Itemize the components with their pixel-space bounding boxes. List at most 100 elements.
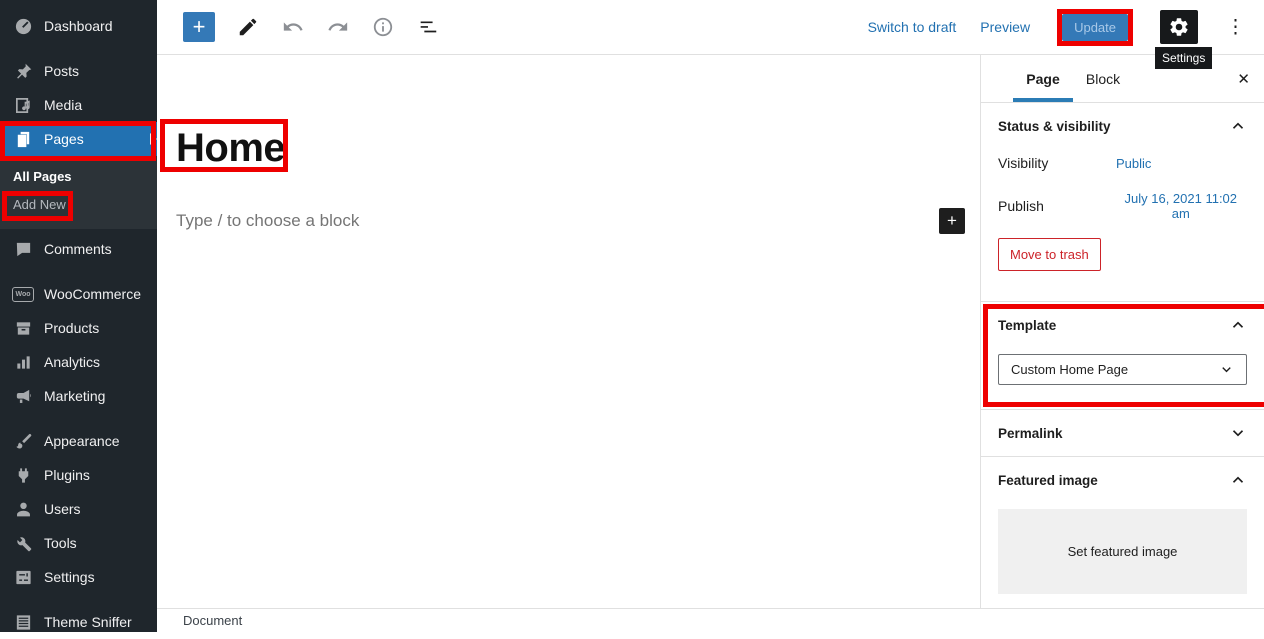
sidebar-item-label: Comments [44,241,112,257]
visibility-row: Visibility Public [998,155,1247,171]
section-title: Status & visibility [998,118,1111,134]
sidebar-item-label: Pages [44,131,84,147]
permalink-header[interactable]: Permalink [998,424,1247,442]
document-breadcrumb-bar: Document [157,608,1264,632]
publish-row: Publish July 16, 2021 11:02 am [998,191,1247,221]
sliders-icon [13,567,33,587]
settings-toggle-button[interactable] [1160,10,1198,44]
redo-button[interactable] [326,15,350,39]
post-title-input[interactable]: Home [166,124,965,172]
status-visibility-header[interactable]: Status & visibility [998,117,1247,135]
chevron-down-icon [1222,367,1231,373]
featured-image-header[interactable]: Featured image [998,471,1247,489]
breadcrumb-document[interactable]: Document [183,613,242,628]
switch-to-draft-button[interactable]: Switch to draft [868,19,957,35]
sidebar-item-label: Appearance [44,433,120,449]
admin-sidebar: Dashboard Posts Media Pages All Pages Ad… [0,0,157,632]
sidebar-item-pages[interactable]: Pages [0,122,157,156]
settings-tabs: Page Block ✕ [981,55,1264,103]
woocommerce-icon: Woo [12,284,34,304]
submenu-item-all-pages[interactable]: All Pages [0,162,157,190]
tab-page[interactable]: Page [1013,55,1073,102]
block-placeholder-text[interactable]: Type / to choose a block [166,211,359,231]
close-settings-button[interactable]: ✕ [1237,55,1250,102]
undo-button[interactable] [281,15,305,39]
sidebar-item-label: Theme Sniffer [44,614,132,630]
preview-button[interactable]: Preview [980,19,1030,35]
pencil-icon [239,18,257,36]
sidebar-item-dashboard[interactable]: Dashboard [0,9,157,43]
chevron-down-icon [1232,430,1244,437]
products-box-icon [13,318,33,338]
sidebar-item-media[interactable]: Media [0,88,157,122]
editor-body: Home Type / to choose a block + Page Blo… [157,55,1264,608]
list-view-icon [420,21,437,33]
wordpress-editor-screen: Dashboard Posts Media Pages All Pages Ad… [0,0,1264,632]
template-selected-value: Custom Home Page [1011,362,1129,378]
template-header[interactable]: Template [998,316,1247,334]
info-icon [373,17,393,37]
more-vertical-icon: ⋮ [1226,16,1245,38]
template-select[interactable]: Custom Home Page [998,354,1247,386]
sidebar-item-label: Plugins [44,467,90,483]
move-to-trash-button[interactable]: Move to trash [998,238,1101,271]
settings-button-wrap: Settings [1155,10,1213,69]
sidebar-item-label: Products [44,320,100,336]
sidebar-item-theme-sniffer[interactable]: Theme Sniffer [0,605,157,639]
options-menu-button[interactable]: ⋮ [1222,16,1249,39]
editor-canvas[interactable]: Home Type / to choose a block + [157,55,980,608]
editor-toolbar: + Switch to draft Preview Update Setting… [157,0,1264,69]
toolbar-right-group: Switch to draft Preview Update Settings … [868,8,1249,69]
sidebar-item-woocommerce[interactable]: Woo WooCommerce [0,277,157,311]
section-title: Template [998,317,1057,333]
sidebar-item-posts[interactable]: Posts [0,54,157,88]
media-icon [13,95,33,115]
gear-icon [1170,18,1188,36]
brush-icon [13,431,33,451]
person-icon [13,499,33,519]
sidebar-item-label: Marketing [44,388,106,404]
sidebar-item-plugins[interactable]: Plugins [0,458,157,492]
visibility-value-button[interactable]: Public [1116,156,1151,171]
pin-icon [13,61,33,81]
sidebar-item-products[interactable]: Products [0,311,157,345]
publish-date-button[interactable]: July 16, 2021 11:02 am [1115,191,1247,221]
update-button[interactable]: Update [1062,13,1128,41]
sidebar-item-comments[interactable]: Comments [0,232,157,266]
list-view-button[interactable] [416,15,440,39]
chevron-up-icon [1232,321,1244,329]
wrench-icon [13,533,33,553]
sidebar-item-analytics[interactable]: Analytics [0,345,157,379]
block-append-button[interactable]: + [939,208,965,234]
undo-icon [283,22,303,31]
sidebar-item-label: Settings [44,569,95,585]
details-button[interactable] [371,15,395,39]
update-button-wrap: Update [1057,8,1133,46]
settings-sidebar: Page Block ✕ Status & visibility Visibil… [980,55,1264,608]
block-inserter-toggle-button[interactable]: + [183,12,215,42]
plug-icon [13,465,33,485]
sidebar-item-label: Users [44,501,81,517]
sidebar-item-label: Media [44,97,83,113]
dashboard-icon [13,16,33,36]
sidebar-item-settings[interactable]: Settings [0,560,157,594]
edit-mode-button[interactable] [236,15,260,39]
settings-tooltip: Settings [1155,47,1213,69]
tab-block[interactable]: Block [1073,55,1133,102]
visibility-label: Visibility [998,155,1049,171]
empty-block-row: Type / to choose a block + [166,208,965,234]
sidebar-item-tools[interactable]: Tools [0,526,157,560]
comment-icon [13,239,33,259]
redo-icon [328,22,348,31]
sidebar-item-marketing[interactable]: Marketing [0,379,157,413]
featured-image-section: Featured image Set featured image [981,457,1264,608]
toolbar-left-group: + [183,12,440,42]
sidebar-item-appearance[interactable]: Appearance [0,424,157,458]
sidebar-item-users[interactable]: Users [0,492,157,526]
sidebar-item-label: WooCommerce [44,286,141,302]
set-featured-image-button[interactable]: Set featured image [998,509,1247,594]
sidebar-item-label: Analytics [44,354,101,370]
plus-icon: + [192,14,206,39]
submenu-item-add-new[interactable]: Add New [0,190,157,218]
pages-icon [13,129,33,149]
